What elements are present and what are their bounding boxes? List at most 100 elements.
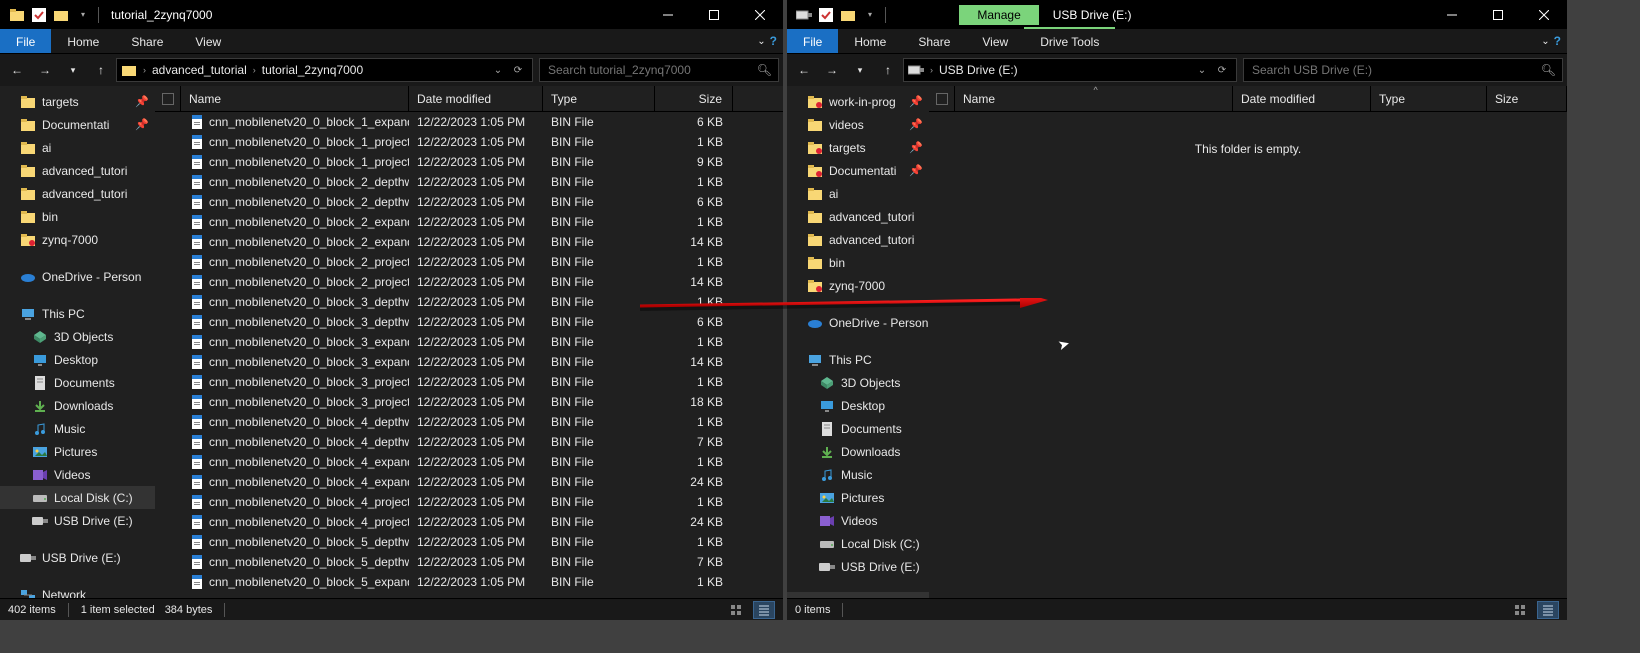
tree-item[interactable]: Documents	[787, 417, 929, 440]
file-row[interactable]: cnn_mobilenetv20_0_block_1_project_...12…	[155, 152, 783, 172]
file-row[interactable]: cnn_mobilenetv20_0_block_4_depthwi...12/…	[155, 412, 783, 432]
address-bar[interactable]: › USB Drive (E:) ⌄ ⟳	[903, 58, 1237, 82]
tree-item[interactable]: targets📌	[0, 90, 155, 113]
tab-home[interactable]: Home	[838, 29, 902, 53]
file-row[interactable]: cnn_mobilenetv20_0_block_4_project_...12…	[155, 512, 783, 532]
column-size[interactable]: Size	[1487, 86, 1567, 111]
tab-share[interactable]: Share	[115, 29, 179, 53]
file-row[interactable]: cnn_mobilenetv20_0_block_5_depthwi...12/…	[155, 552, 783, 572]
file-row[interactable]: cnn_mobilenetv20_0_block_1_project_...12…	[155, 132, 783, 152]
file-row[interactable]: cnn_mobilenetv20_0_block_4_depthwi...12/…	[155, 432, 783, 452]
usb-drive-icon[interactable]	[793, 4, 815, 26]
file-row[interactable]: cnn_mobilenetv20_0_block_3_project_...12…	[155, 392, 783, 412]
up-button[interactable]: ↑	[88, 57, 114, 83]
view-details-button[interactable]	[1537, 601, 1559, 619]
titlebar[interactable]: ▾ Manage USB Drive (E:)	[787, 0, 1567, 29]
new-folder-icon[interactable]	[837, 4, 859, 26]
qat-dropdown-icon[interactable]: ▾	[72, 4, 94, 26]
tree-item[interactable]: 3D Objects	[787, 371, 929, 394]
file-row[interactable]: cnn_mobilenetv20_0_block_4_expand_...12/…	[155, 452, 783, 472]
file-row[interactable]: cnn_mobilenetv20_0_block_3_depthwi...12/…	[155, 312, 783, 332]
tree-item[interactable]: ai	[787, 182, 929, 205]
column-name[interactable]: Name ^	[955, 86, 1233, 111]
manage-contextual-tab[interactable]: Manage	[959, 5, 1038, 25]
help-icon[interactable]: ?	[770, 34, 777, 48]
tree-item[interactable]: Documents	[0, 371, 155, 394]
tree-item[interactable]: Local Disk (C:)	[787, 532, 929, 555]
help-icon[interactable]: ?	[1554, 34, 1561, 48]
ribbon-expand-icon[interactable]: ⌄	[1541, 36, 1549, 47]
tree-item[interactable]: Videos	[787, 509, 929, 532]
forward-button[interactable]: →	[819, 57, 845, 83]
checkbox-header[interactable]	[929, 86, 955, 111]
tree-item[interactable]: Network	[0, 583, 155, 598]
tree-item[interactable]: Downloads	[0, 394, 155, 417]
navigation-tree[interactable]: work-in-prog📌videos📌targets📌Documentati📌…	[787, 86, 929, 598]
file-row[interactable]: cnn_mobilenetv20_0_block_3_expand_...12/…	[155, 332, 783, 352]
tree-item[interactable]: work-in-prog📌	[787, 90, 929, 113]
view-details-button[interactable]	[753, 601, 775, 619]
search-icon[interactable]: 🔍︎	[757, 63, 772, 77]
tab-file[interactable]: File	[787, 29, 838, 53]
tree-item[interactable]: ai	[0, 136, 155, 159]
column-name[interactable]: Name	[181, 86, 409, 111]
file-row[interactable]: cnn_mobilenetv20_0_block_2_project_...12…	[155, 252, 783, 272]
qat-dropdown-icon[interactable]: ▾	[859, 4, 881, 26]
tree-item[interactable]: USB Drive (E:)	[0, 546, 155, 569]
tree-item[interactable]: Desktop	[787, 394, 929, 417]
tree-item[interactable]: videos📌	[787, 113, 929, 136]
properties-icon[interactable]	[815, 4, 837, 26]
properties-icon[interactable]	[28, 4, 50, 26]
file-row[interactable]: cnn_mobilenetv20_0_block_3_project_...12…	[155, 372, 783, 392]
column-size[interactable]: Size	[655, 86, 733, 111]
close-button[interactable]	[1521, 0, 1567, 29]
tree-item[interactable]: advanced_tutori	[0, 182, 155, 205]
file-row[interactable]: cnn_mobilenetv20_0_block_5_expand_...12/…	[155, 572, 783, 592]
file-list[interactable]: Name ^ Date modified Type Size This fold…	[929, 86, 1567, 598]
back-button[interactable]: ←	[791, 57, 817, 83]
minimize-button[interactable]	[1429, 0, 1475, 29]
tab-view[interactable]: View	[966, 29, 1024, 53]
column-type[interactable]: Type	[1371, 86, 1487, 111]
back-button[interactable]: ←	[4, 57, 30, 83]
file-row[interactable]: cnn_mobilenetv20_0_block_2_expand_...12/…	[155, 232, 783, 252]
refresh-button[interactable]: ⟳	[1212, 59, 1232, 81]
file-row[interactable]: cnn_mobilenetv20_0_block_1_expand_...12/…	[155, 112, 783, 132]
tree-item[interactable]: Desktop	[0, 348, 155, 371]
folder-icon[interactable]	[6, 4, 28, 26]
address-dropdown[interactable]: ⌄	[1192, 59, 1212, 81]
search-box[interactable]: 🔍︎	[1243, 58, 1563, 82]
breadcrumb-seg[interactable]: USB Drive (E:)	[939, 63, 1018, 77]
tab-home[interactable]: Home	[51, 29, 115, 53]
chevron-right-icon[interactable]: ›	[143, 65, 146, 75]
chevron-right-icon[interactable]: ›	[253, 65, 256, 75]
address-dropdown[interactable]: ⌄	[488, 59, 508, 81]
refresh-button[interactable]: ⟳	[508, 59, 528, 81]
search-icon[interactable]: 🔍︎	[1541, 63, 1556, 77]
maximize-button[interactable]	[691, 0, 737, 29]
tree-item[interactable]: This PC	[787, 348, 929, 371]
tree-item[interactable]: Videos	[0, 463, 155, 486]
tree-item[interactable]: bin	[787, 251, 929, 274]
file-list[interactable]: Name Date modified Type Size cnn_mobilen…	[155, 86, 783, 598]
up-button[interactable]: ↑	[875, 57, 901, 83]
navigation-tree[interactable]: targets📌Documentati📌aiadvanced_tutoriadv…	[0, 86, 155, 598]
maximize-button[interactable]	[1475, 0, 1521, 29]
tab-drive-tools[interactable]: Drive Tools	[1024, 27, 1115, 53]
column-type[interactable]: Type	[543, 86, 655, 111]
recent-dropdown[interactable]: ▾	[60, 57, 86, 83]
tab-file[interactable]: File	[0, 29, 51, 53]
tree-item[interactable]: USB Drive (E:)	[0, 509, 155, 532]
tree-item[interactable]: Music	[787, 463, 929, 486]
tree-item[interactable]: 3D Objects	[0, 325, 155, 348]
tree-item[interactable]: Local Disk (C:)	[0, 486, 155, 509]
tree-item[interactable]: OneDrive - Person	[787, 311, 929, 334]
tree-item[interactable]: advanced_tutori	[787, 228, 929, 251]
breadcrumb-seg[interactable]: tutorial_2zynq7000	[262, 63, 363, 77]
new-folder-icon[interactable]	[50, 4, 72, 26]
file-row[interactable]: cnn_mobilenetv20_0_block_4_expand_...12/…	[155, 472, 783, 492]
tree-item[interactable]: USB Drive (E:)	[787, 555, 929, 578]
view-large-icons-button[interactable]	[1509, 601, 1531, 619]
column-date[interactable]: Date modified	[1233, 86, 1371, 111]
file-row[interactable]: cnn_mobilenetv20_0_block_3_expand_...12/…	[155, 352, 783, 372]
